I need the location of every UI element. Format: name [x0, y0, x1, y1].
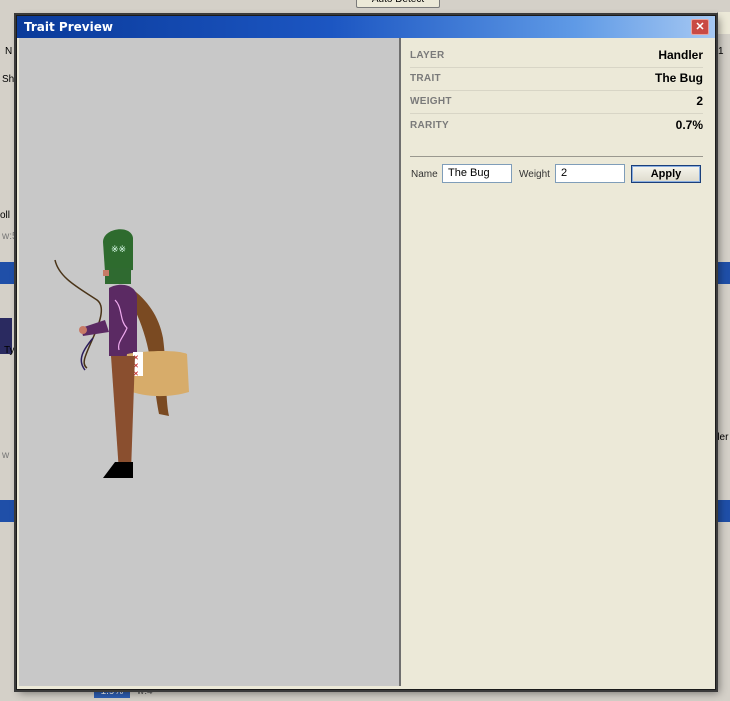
name-label: Name — [411, 169, 438, 180]
hand-shape — [79, 326, 87, 334]
svg-text:※※: ※※ — [111, 245, 126, 255]
trait-preview-canvas: ※※ ✕ ✕ ✕ — [19, 38, 401, 686]
whip-upper — [54, 259, 103, 369]
character-with-whip-figure: ※※ ✕ ✕ ✕ — [54, 229, 189, 478]
detail-key: RARITY — [410, 120, 450, 131]
background-selected-row-right — [714, 262, 730, 284]
background-selected-row-left — [0, 262, 16, 284]
detail-value: 0.7% — [675, 118, 703, 132]
close-icon: ✕ — [695, 21, 705, 33]
detail-key: WEIGHT — [410, 96, 452, 107]
trait-details-panel: LAYER Handler TRAIT The Bug WEIGHT 2 RAR… — [401, 38, 713, 686]
detail-row-weight: WEIGHT 2 — [410, 90, 703, 114]
close-button[interactable]: ✕ — [691, 19, 709, 35]
auto-detect-button[interactable]: Auto Detect — [356, 0, 440, 8]
background-label-n: N — [5, 46, 13, 57]
background-selected-row-left-2 — [0, 500, 16, 522]
detail-key: TRAIT — [410, 73, 441, 84]
dialog-title: Trait Preview — [24, 20, 113, 34]
detail-value: 2 — [696, 94, 703, 108]
trait-preview-dialog: Trait Preview ✕ ※※ ✕ ✕ ✕ LAYER Handler T… — [16, 15, 716, 690]
detail-row-layer: LAYER Handler — [410, 44, 703, 68]
background-label-oll: oll — [0, 210, 11, 221]
background-label-one: 1 — [718, 46, 724, 57]
divider — [410, 156, 703, 157]
dialog-titlebar[interactable]: Trait Preview ✕ — [17, 16, 715, 38]
detail-key: LAYER — [410, 50, 445, 61]
detail-value: Handler — [658, 48, 703, 62]
detail-row-rarity: RARITY 0.7% — [410, 114, 703, 137]
background-selected-row-right-2 — [714, 500, 730, 522]
name-input[interactable]: The Bug — [442, 164, 512, 183]
background-label-ty: Ty — [4, 345, 15, 356]
detail-row-trait: TRAIT The Bug — [410, 67, 703, 91]
background-scrollbar[interactable] — [717, 12, 730, 34]
background-label-sh: Sh — [2, 74, 15, 85]
weight-label: Weight — [519, 169, 550, 180]
background-label-w: w — [2, 450, 10, 461]
boot-shape — [103, 462, 133, 478]
weight-input[interactable]: 2 — [555, 164, 625, 183]
detail-value: The Bug — [655, 71, 703, 85]
leg-shape — [111, 356, 135, 472]
face-shape — [103, 270, 109, 276]
apply-button[interactable]: Apply — [631, 165, 701, 183]
background-label-der: der — [714, 432, 729, 443]
